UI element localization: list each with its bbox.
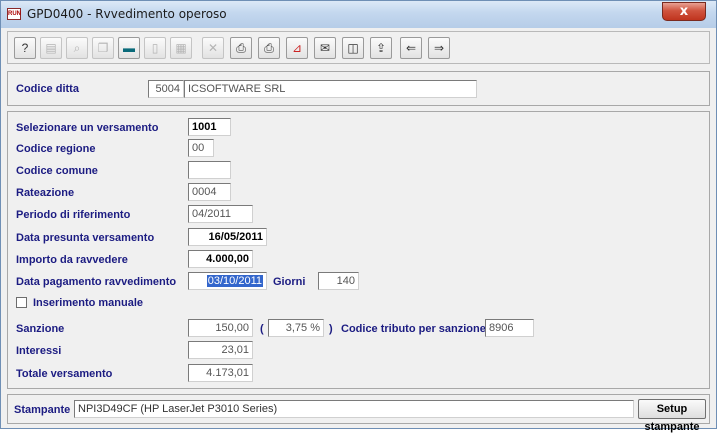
printer-label: Stampante xyxy=(14,404,71,416)
data-pagamento-label: Data pagamento ravvedimento xyxy=(16,276,177,288)
periodo-label: Periodo di riferimento xyxy=(16,209,131,221)
codice-tributo-label: Codice tributo per sanzione xyxy=(341,323,486,335)
inserimento-manuale-label: Inserimento manuale xyxy=(33,297,144,309)
totale-label: Totale versamento xyxy=(16,368,113,380)
comune-field[interactable] xyxy=(188,161,231,179)
setup-printer-button[interactable]: Setup stampante xyxy=(638,399,706,433)
giorni-field[interactable]: 140 xyxy=(318,272,359,290)
giorni-label: Giorni xyxy=(273,276,306,288)
comune-label: Codice comune xyxy=(16,165,98,177)
interessi-label: Interessi xyxy=(16,345,62,357)
printer-field[interactable]: NPI3D49CF (HP LaserJet P3010 Series) xyxy=(74,400,634,418)
versamento-field[interactable]: 1001 xyxy=(188,118,231,136)
toolbar: ? ▤ ⌕ ❐ ▬ ▯ ▦ ✕ ⎙ ⎙ ⊿ ✉ ◫ ⇪ ⇐ ⇒ xyxy=(7,31,710,64)
data-pagamento-field[interactable]: 03/10/2011 xyxy=(188,272,267,290)
inserimento-manuale-checkbox[interactable] xyxy=(16,297,27,308)
app-icon: RUN xyxy=(7,8,21,20)
payment-form-panel: Selezionare un versamento 1001 Codice re… xyxy=(7,111,710,389)
company-name-field[interactable]: ICSOFTWARE SRL xyxy=(184,80,477,98)
screen-icon[interactable]: ▬ xyxy=(118,37,140,59)
folder-icon[interactable]: ◫ xyxy=(342,37,364,59)
periodo-field[interactable]: 04/2011 xyxy=(188,205,253,223)
importo-label: Importo da ravvedere xyxy=(16,254,128,266)
company-code-label: Codice ditta xyxy=(16,83,79,95)
totale-field[interactable]: 4.173,01 xyxy=(188,364,253,382)
title-bar[interactable]: RUN GPD0400 - Rvvedimento operoso x xyxy=(1,1,716,28)
percent-field[interactable]: 3,75 % xyxy=(268,319,324,337)
sanzione-label: Sanzione xyxy=(16,323,65,335)
close-button[interactable]: x xyxy=(662,2,706,21)
window-title: GPD0400 - Rvvedimento operoso xyxy=(27,7,227,21)
data-presunta-label: Data presunta versamento xyxy=(16,232,155,244)
codice-tributo-field[interactable]: 8906 xyxy=(485,319,534,337)
rateazione-label: Rateazione xyxy=(16,187,75,199)
page-icon[interactable]: ▯ xyxy=(144,37,166,59)
printer-icon[interactable]: ⎙ xyxy=(258,37,280,59)
data-presunta-field[interactable]: 16/05/2011 xyxy=(188,228,267,246)
close-paren: ) xyxy=(329,323,333,335)
arrow-left-icon[interactable]: ⇐ xyxy=(400,37,422,59)
regione-label: Codice regione xyxy=(16,143,96,155)
open-paren: ( xyxy=(260,323,264,335)
rateazione-field[interactable]: 0004 xyxy=(188,183,231,201)
printer-panel: Stampante NPI3D49CF (HP LaserJet P3010 S… xyxy=(7,394,710,433)
preview-icon[interactable]: ⎙ xyxy=(230,37,252,59)
data-pagamento-value: 03/10/2011 xyxy=(206,275,263,287)
company-code-field[interactable]: 5004 xyxy=(148,80,184,98)
properties-icon[interactable]: ▤ xyxy=(40,37,62,59)
export-icon[interactable]: ⇪ xyxy=(370,37,392,59)
email-icon[interactable]: ✉ xyxy=(314,37,336,59)
interessi-field[interactable]: 23,01 xyxy=(188,341,253,359)
importo-field[interactable]: 4.000,00 xyxy=(188,250,253,268)
grid-icon[interactable]: ▦ xyxy=(170,37,192,59)
arrow-right-icon[interactable]: ⇒ xyxy=(428,37,450,59)
binoculars-icon[interactable]: ⌕ xyxy=(66,37,88,59)
copy-icon[interactable]: ❐ xyxy=(92,37,114,59)
company-panel: Codice ditta 5004 ICSOFTWARE SRL xyxy=(7,71,710,106)
help-icon[interactable]: ? xyxy=(14,37,36,59)
delete-icon[interactable]: ✕ xyxy=(202,37,224,59)
app-window: RUN GPD0400 - Rvvedimento operoso x ? ▤ … xyxy=(0,0,717,433)
pdf-icon[interactable]: ⊿ xyxy=(286,37,308,59)
sanzione-field[interactable]: 150,00 xyxy=(188,319,253,337)
regione-field[interactable]: 00 xyxy=(188,139,214,157)
versamento-label: Selezionare un versamento xyxy=(16,122,159,134)
